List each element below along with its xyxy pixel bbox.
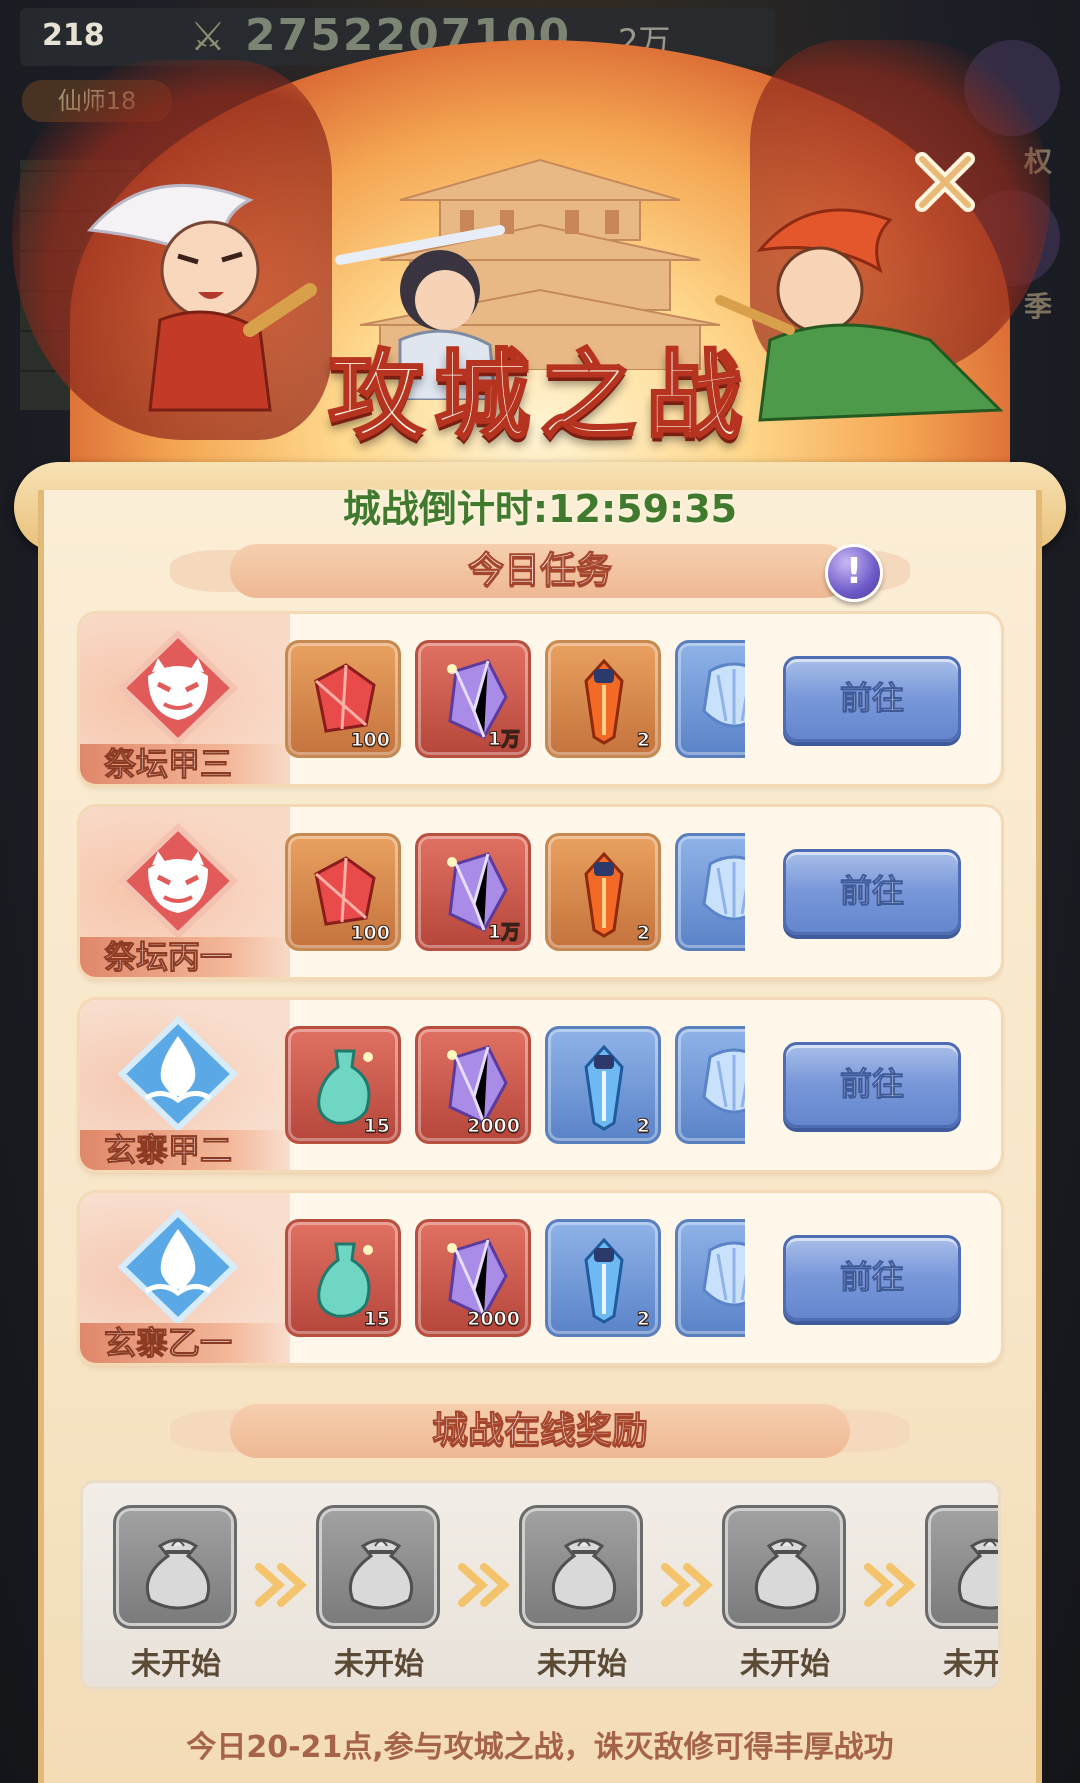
reward-item[interactable] bbox=[675, 640, 745, 758]
close-icon[interactable] bbox=[908, 145, 982, 219]
reward-quantity: 2000 bbox=[467, 1308, 521, 1331]
reward-item[interactable]: 2 bbox=[545, 833, 661, 951]
online-rewards-strip[interactable]: 未开始 未开始 未开始 未开始 未开始 bbox=[80, 1480, 1001, 1690]
reward-item[interactable]: 2 bbox=[545, 1219, 661, 1337]
money-bag-icon bbox=[519, 1505, 643, 1629]
reward-item[interactable]: 100 bbox=[285, 640, 401, 758]
chevron-right-icon bbox=[657, 1561, 717, 1609]
online-reward-status: 未开始 bbox=[334, 1647, 424, 1682]
event-title: 攻城之战 bbox=[327, 338, 752, 454]
event-description: 今日20-21点,参与攻城之战，诛灭敌修可得丰厚战功 bbox=[186, 1730, 894, 1765]
reward-item[interactable]: 15 bbox=[285, 1219, 401, 1337]
money-bag-icon bbox=[113, 1505, 237, 1629]
task-rewards: 100 1万 2 bbox=[285, 640, 745, 762]
online-reward[interactable]: 未开始 bbox=[113, 1505, 239, 1683]
task-rewards: 15 2000 2 bbox=[285, 1026, 745, 1148]
go-button[interactable]: 前往 bbox=[783, 1042, 961, 1128]
task-target-name: 玄寨乙一 bbox=[80, 1323, 290, 1363]
countdown-value: 12:59:35 bbox=[548, 487, 738, 531]
task-row: 祭坛丙一 100 1万 2 前往 bbox=[80, 807, 1001, 977]
tasks-section-header: 今日任务 bbox=[170, 536, 910, 606]
online-reward[interactable]: 未开始 bbox=[722, 1505, 848, 1683]
reward-item[interactable] bbox=[675, 1219, 745, 1337]
reward-item[interactable]: 1万 bbox=[415, 640, 531, 758]
money-bag-icon bbox=[316, 1505, 440, 1629]
online-rewards-section-header: 城战在线奖励 bbox=[170, 1396, 910, 1466]
task-target-name: 祭坛甲三 bbox=[80, 744, 290, 784]
reward-quantity: 15 bbox=[363, 1308, 390, 1331]
money-bag-icon bbox=[722, 1505, 846, 1629]
task-row: 玄寨乙一 15 2000 2 前往 bbox=[80, 1193, 1001, 1363]
demon-mask-icon bbox=[108, 628, 248, 748]
reward-item[interactable] bbox=[675, 833, 745, 951]
reward-item[interactable]: 100 bbox=[285, 833, 401, 951]
reward-quantity: 100 bbox=[350, 729, 391, 752]
demon-mask-icon bbox=[108, 821, 248, 941]
task-target: 祭坛丙一 bbox=[80, 807, 290, 977]
task-row: 玄寨甲二 15 2000 2 前往 bbox=[80, 1000, 1001, 1170]
reward-quantity: 2 bbox=[636, 1308, 650, 1331]
online-reward-status: 未开始 bbox=[943, 1647, 1001, 1682]
online-reward[interactable]: 未开始 bbox=[316, 1505, 442, 1683]
reward-quantity: 100 bbox=[350, 922, 391, 945]
online-reward-status: 未开始 bbox=[131, 1647, 221, 1682]
online-reward-status: 未开始 bbox=[537, 1647, 627, 1682]
task-row: 祭坛甲三 100 1万 2 前往 bbox=[80, 614, 1001, 784]
reward-item[interactable]: 2000 bbox=[415, 1219, 531, 1337]
reward-item[interactable]: 2 bbox=[545, 1026, 661, 1144]
reward-item[interactable]: 1万 bbox=[415, 833, 531, 951]
go-button[interactable]: 前往 bbox=[783, 656, 961, 742]
countdown-label: 城战倒计时: bbox=[342, 487, 549, 531]
reward-item[interactable]: 15 bbox=[285, 1026, 401, 1144]
online-reward-status: 未开始 bbox=[740, 1647, 830, 1682]
water-drop-icon bbox=[108, 1207, 248, 1327]
game-screen: 218 ⚔ 2752207100 2万 仙师18 权 季 bbox=[0, 0, 1080, 1783]
online-rewards-section-title: 城战在线奖励 bbox=[431, 1410, 648, 1452]
online-reward[interactable]: 未开始 bbox=[519, 1505, 645, 1683]
online-reward[interactable]: 未开始 bbox=[925, 1505, 1001, 1683]
water-drop-icon bbox=[108, 1014, 248, 1134]
money-bag-icon bbox=[925, 1505, 998, 1629]
go-button[interactable]: 前往 bbox=[783, 849, 961, 935]
reward-quantity: 1万 bbox=[487, 921, 520, 944]
player-level: 218 bbox=[42, 18, 105, 53]
reward-quantity: 15 bbox=[363, 1115, 390, 1138]
task-rewards: 100 1万 2 bbox=[285, 833, 745, 955]
task-target-name: 玄寨甲二 bbox=[80, 1130, 290, 1170]
task-rewards: 15 2000 2 bbox=[285, 1219, 745, 1341]
reward-item[interactable] bbox=[675, 1026, 745, 1144]
task-target: 玄寨乙一 bbox=[80, 1193, 290, 1363]
chevron-right-icon bbox=[860, 1561, 920, 1609]
reward-quantity: 2 bbox=[636, 729, 650, 752]
tasks-section-title: 今日任务 bbox=[467, 550, 612, 592]
reward-quantity: 2 bbox=[636, 922, 650, 945]
countdown-timer: 城战倒计时:12:59:35 bbox=[0, 478, 1080, 533]
reward-quantity: 1万 bbox=[487, 728, 520, 751]
reward-item[interactable]: 2000 bbox=[415, 1026, 531, 1144]
reward-item[interactable]: 2 bbox=[545, 640, 661, 758]
task-target: 玄寨甲二 bbox=[80, 1000, 290, 1170]
exclamation-icon[interactable]: ! bbox=[825, 544, 883, 602]
task-target-name: 祭坛丙一 bbox=[80, 937, 290, 977]
crossed-swords-icon: ⚔ bbox=[190, 14, 226, 60]
reward-quantity: 2000 bbox=[467, 1115, 521, 1138]
chevron-right-icon bbox=[454, 1561, 514, 1609]
go-button[interactable]: 前往 bbox=[783, 1235, 961, 1321]
task-target: 祭坛甲三 bbox=[80, 614, 290, 784]
chevron-right-icon bbox=[251, 1561, 311, 1609]
reward-quantity: 2 bbox=[636, 1115, 650, 1138]
